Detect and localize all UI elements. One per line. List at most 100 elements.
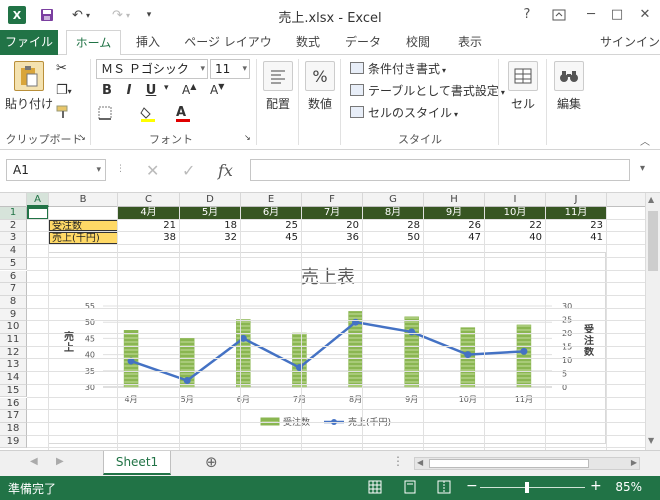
data-cell[interactable]: 26	[424, 220, 484, 232]
save-icon[interactable]	[38, 5, 56, 25]
vertical-scrollbar[interactable]: ▲ ▼	[645, 193, 660, 450]
enter-icon[interactable]: ✓	[182, 161, 195, 180]
column-header-g[interactable]: G	[363, 193, 424, 207]
data-cell[interactable]: 32	[180, 232, 240, 244]
data-cell[interactable]: 41	[546, 232, 606, 244]
underline-dropdown-icon[interactable]: ▾	[164, 83, 169, 93]
column-header-i[interactable]: I	[485, 193, 546, 207]
page-layout-view-icon[interactable]	[403, 480, 417, 497]
italic-button[interactable]: I	[120, 83, 138, 98]
collapse-ribbon-icon[interactable]: ︿	[640, 133, 650, 148]
insert-function-button[interactable]: fx	[218, 161, 233, 180]
tab-formulas[interactable]: 数式	[286, 30, 330, 55]
font-color-icon[interactable]: A	[176, 105, 190, 122]
ribbon-display-icon[interactable]	[546, 4, 572, 26]
redo-icon[interactable]: ↷ ▾	[104, 5, 138, 25]
row-header-2[interactable]: 2	[0, 219, 27, 233]
zoom-in-button[interactable]: +	[590, 478, 602, 494]
column-header-a[interactable]: A	[27, 193, 49, 207]
fill-color-icon[interactable]	[140, 106, 158, 126]
row-header-13[interactable]: 13	[0, 359, 27, 373]
cell-styles-button[interactable]: セルのスタイル ▾	[350, 103, 458, 123]
alignment-button[interactable]: 配置	[260, 61, 296, 112]
row-header-15[interactable]: 15	[0, 384, 27, 398]
row-header-10[interactable]: 10	[0, 321, 27, 334]
data-cell[interactable]: 28	[363, 220, 423, 232]
normal-view-icon[interactable]	[368, 480, 382, 497]
row-header-19[interactable]: 19	[0, 435, 27, 449]
column-header-d[interactable]: D	[180, 193, 241, 207]
cancel-icon[interactable]: ✕	[146, 161, 159, 180]
tab-insert[interactable]: 挿入	[128, 30, 168, 55]
data-cell[interactable]: 50	[363, 232, 423, 244]
underline-button[interactable]: U	[142, 83, 160, 98]
data-cell[interactable]: 25	[241, 220, 301, 232]
font-launcher-icon[interactable]: ↘	[244, 133, 251, 142]
header-cell[interactable]: 9月	[424, 207, 484, 219]
scroll-up-icon[interactable]: ▲	[648, 195, 654, 204]
zoom-slider[interactable]	[480, 487, 585, 488]
row-header-18[interactable]: 18	[0, 422, 27, 436]
bold-button[interactable]: B	[98, 83, 116, 98]
column-header-j[interactable]: J	[546, 193, 607, 207]
name-box[interactable]: A1 ▾	[6, 159, 106, 181]
sheet-tab-sheet1[interactable]: Sheet1	[103, 451, 171, 475]
row-header-9[interactable]: 9	[0, 308, 27, 322]
tab-review[interactable]: 校閲	[398, 30, 438, 55]
customize-toolbar-icon[interactable]: ▾	[142, 5, 156, 25]
next-sheet-icon[interactable]: ▶	[56, 456, 64, 467]
scroll-down-icon[interactable]: ▼	[648, 436, 654, 445]
tab-page-layout[interactable]: ページ レイアウト	[180, 30, 276, 74]
zoom-out-button[interactable]: −	[466, 478, 478, 494]
close-button[interactable]: ✕	[632, 4, 658, 26]
split-handle-icon[interactable]: ⋮	[392, 454, 404, 468]
data-cell[interactable]: 23	[546, 220, 606, 232]
number-format-button[interactable]: % 数値	[302, 61, 338, 112]
horizontal-scroll-thumb[interactable]	[429, 459, 589, 468]
font-name-select[interactable]: ＭＳ Ｐゴシック ▾	[96, 59, 208, 79]
clipboard-launcher-icon[interactable]: ↘	[79, 133, 86, 142]
row-label-cell[interactable]: 売上(千円)	[49, 232, 118, 245]
row-label-cell[interactable]: 受注数	[49, 219, 118, 232]
row-header-11[interactable]: 11	[0, 334, 27, 347]
prev-sheet-icon[interactable]: ◀	[30, 456, 38, 467]
font-size-select[interactable]: 11 ▾	[210, 59, 250, 79]
row-header-7[interactable]: 7	[0, 283, 27, 296]
tab-view[interactable]: 表示	[450, 30, 490, 55]
undo-icon[interactable]: ↶ ▾	[64, 5, 98, 25]
cut-icon[interactable]: ✂	[56, 61, 67, 76]
format-painter-icon[interactable]	[56, 105, 70, 123]
header-cell[interactable]: 10月	[485, 207, 545, 219]
data-cell[interactable]: 47	[424, 232, 484, 244]
row-header-6[interactable]: 6	[0, 270, 27, 284]
row-header-14[interactable]: 14	[0, 372, 27, 385]
row-header-4[interactable]: 4	[0, 245, 27, 258]
worksheet-grid[interactable]: ABCDEFGHIJ 1 2 3 4 5 6 7 8 9 10 11 12 13 14 15 16 17 18 19…	[0, 193, 645, 450]
minimize-button[interactable]: ─	[578, 4, 604, 26]
border-icon[interactable]	[98, 106, 114, 124]
header-cell[interactable]: 5月	[180, 207, 240, 219]
column-header-e[interactable]: E	[241, 193, 302, 207]
tab-data[interactable]: データ	[338, 30, 388, 55]
conditional-format-button[interactable]: 条件付き書式 ▾	[350, 59, 446, 79]
format-as-table-button[interactable]: テーブルとして書式設定 ▾	[350, 81, 505, 101]
help-button[interactable]: ?	[514, 4, 540, 26]
zoom-slider-thumb[interactable]	[525, 482, 529, 493]
header-cell[interactable]: 7月	[302, 207, 362, 219]
zoom-level[interactable]: 85%	[615, 480, 642, 494]
data-cell[interactable]: 40	[485, 232, 545, 244]
expand-formula-icon[interactable]: ▾	[640, 163, 645, 174]
row-header-1[interactable]: 1	[0, 207, 27, 220]
column-header-f[interactable]: F	[302, 193, 363, 207]
row-header-3[interactable]: 3	[0, 232, 27, 246]
chart[interactable]: 売上表3035404550550510152025304月5月6月7月8月9月1…	[48, 252, 606, 444]
data-cell[interactable]: 45	[241, 232, 301, 244]
column-header-h[interactable]: H	[424, 193, 485, 207]
data-cell[interactable]: 18	[180, 220, 240, 232]
formula-input[interactable]	[250, 159, 630, 181]
page-break-view-icon[interactable]	[437, 480, 451, 497]
font-grow-icon[interactable]: A▲	[182, 82, 196, 97]
data-cell[interactable]: 38	[118, 232, 179, 244]
row-header-8[interactable]: 8	[0, 295, 27, 309]
column-header-b[interactable]: B	[49, 193, 118, 207]
